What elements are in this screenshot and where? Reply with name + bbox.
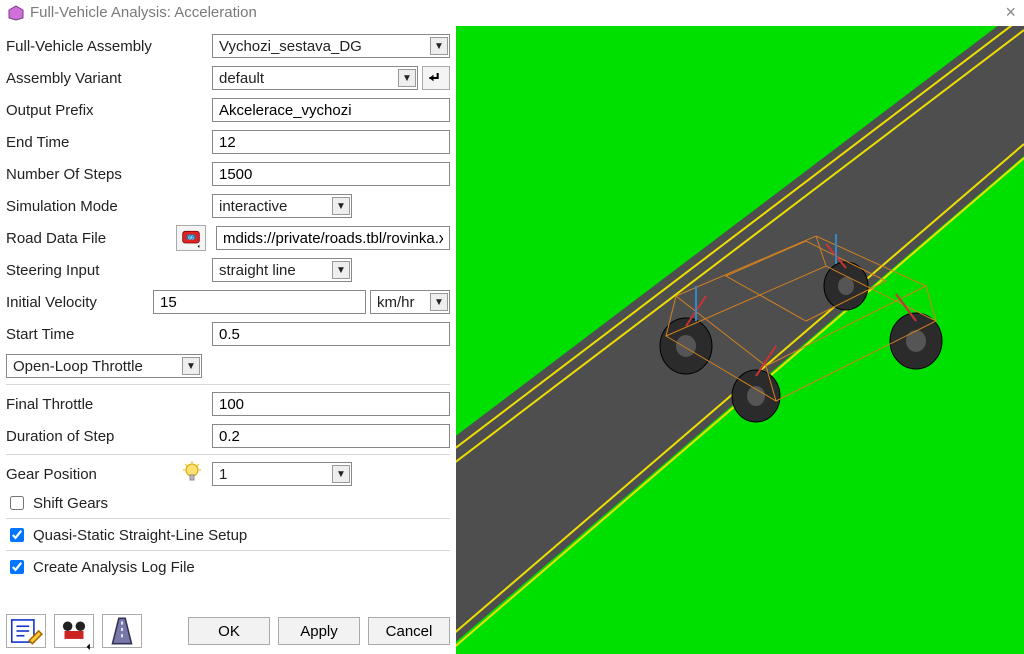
road-icon-button[interactable] bbox=[102, 614, 142, 648]
close-icon[interactable]: × bbox=[1005, 2, 1016, 23]
model-viewport[interactable] bbox=[456, 26, 1024, 654]
titlebar: Full-Vehicle Analysis: Acceleration × bbox=[0, 0, 1024, 26]
chevron-down-icon[interactable]: ▼ bbox=[182, 357, 200, 375]
quasi-static-checkbox[interactable] bbox=[10, 528, 24, 542]
divider bbox=[6, 518, 450, 520]
duration-input[interactable] bbox=[212, 424, 450, 448]
chevron-down-icon[interactable]: ▼ bbox=[398, 69, 416, 87]
initvel-unit-select[interactable]: km/hr ▼ bbox=[370, 290, 450, 314]
edit-icon-button[interactable] bbox=[6, 614, 46, 648]
initvel-label: Initial Velocity bbox=[6, 294, 153, 311]
divider bbox=[6, 454, 450, 456]
svg-text:66: 66 bbox=[188, 235, 194, 241]
simmode-label: Simulation Mode bbox=[6, 198, 212, 215]
window-title: Full-Vehicle Analysis: Acceleration bbox=[30, 4, 257, 21]
divider bbox=[6, 550, 450, 552]
ok-button[interactable]: OK bbox=[188, 617, 270, 645]
settings-panel: Full-Vehicle Assembly Vychozi_sestava_DG… bbox=[0, 26, 456, 654]
apply-button[interactable]: Apply bbox=[278, 617, 360, 645]
shift-gears-label: Shift Gears bbox=[33, 495, 108, 512]
footer: OK Apply Cancel bbox=[0, 612, 456, 654]
variant-select[interactable]: default ▼ bbox=[212, 66, 418, 90]
quasi-static-label: Quasi-Static Straight-Line Setup bbox=[33, 527, 247, 544]
variant-label: Assembly Variant bbox=[6, 70, 212, 87]
steering-select[interactable]: straight line ▼ bbox=[212, 258, 352, 282]
app-root: Full-Vehicle Analysis: Acceleration × Fu… bbox=[0, 0, 1024, 654]
starttime-input[interactable] bbox=[212, 322, 450, 346]
prefix-input[interactable] bbox=[212, 98, 450, 122]
steps-input[interactable] bbox=[212, 162, 450, 186]
endtime-label: End Time bbox=[6, 134, 212, 151]
chevron-down-icon[interactable]: ▼ bbox=[332, 465, 350, 483]
chevron-down-icon[interactable]: ▼ bbox=[332, 261, 350, 279]
prefix-label: Output Prefix bbox=[6, 102, 212, 119]
roadfile-label: Road Data File bbox=[6, 230, 106, 247]
roadfile-browse-button[interactable]: 66 bbox=[176, 225, 206, 251]
chevron-down-icon[interactable]: ▼ bbox=[332, 197, 350, 215]
gear-label: Gear Position bbox=[6, 466, 97, 483]
gear-select[interactable]: 1 ▼ bbox=[212, 462, 352, 486]
cancel-button[interactable]: Cancel bbox=[368, 617, 450, 645]
variant-return-button[interactable] bbox=[422, 66, 450, 90]
divider bbox=[6, 384, 450, 386]
starttime-label: Start Time bbox=[6, 326, 212, 343]
app-icon bbox=[8, 5, 24, 21]
duration-label: Duration of Step bbox=[6, 428, 212, 445]
roadfile-input[interactable] bbox=[216, 226, 450, 250]
finalthrottle-input[interactable] bbox=[212, 392, 450, 416]
initvel-input[interactable] bbox=[153, 290, 366, 314]
steering-label: Steering Input bbox=[6, 262, 212, 279]
assembly-select[interactable]: Vychozi_sestava_DG ▼ bbox=[212, 34, 450, 58]
simmode-select[interactable]: interactive ▼ bbox=[212, 194, 352, 218]
chevron-down-icon[interactable]: ▼ bbox=[430, 37, 448, 55]
shift-gears-checkbox[interactable] bbox=[10, 496, 24, 510]
endtime-input[interactable] bbox=[212, 130, 450, 154]
throttle-mode-select[interactable]: Open-Loop Throttle ▼ bbox=[6, 354, 202, 378]
logfile-checkbox[interactable] bbox=[10, 560, 24, 574]
assembly-icon-button[interactable] bbox=[54, 614, 94, 648]
logfile-label: Create Analysis Log File bbox=[33, 559, 195, 576]
lightbulb-icon[interactable] bbox=[180, 460, 204, 488]
finalthrottle-label: Final Throttle bbox=[6, 396, 212, 413]
chevron-down-icon[interactable]: ▼ bbox=[430, 293, 448, 311]
assembly-label: Full-Vehicle Assembly bbox=[6, 38, 212, 55]
steps-label: Number Of Steps bbox=[6, 166, 212, 183]
